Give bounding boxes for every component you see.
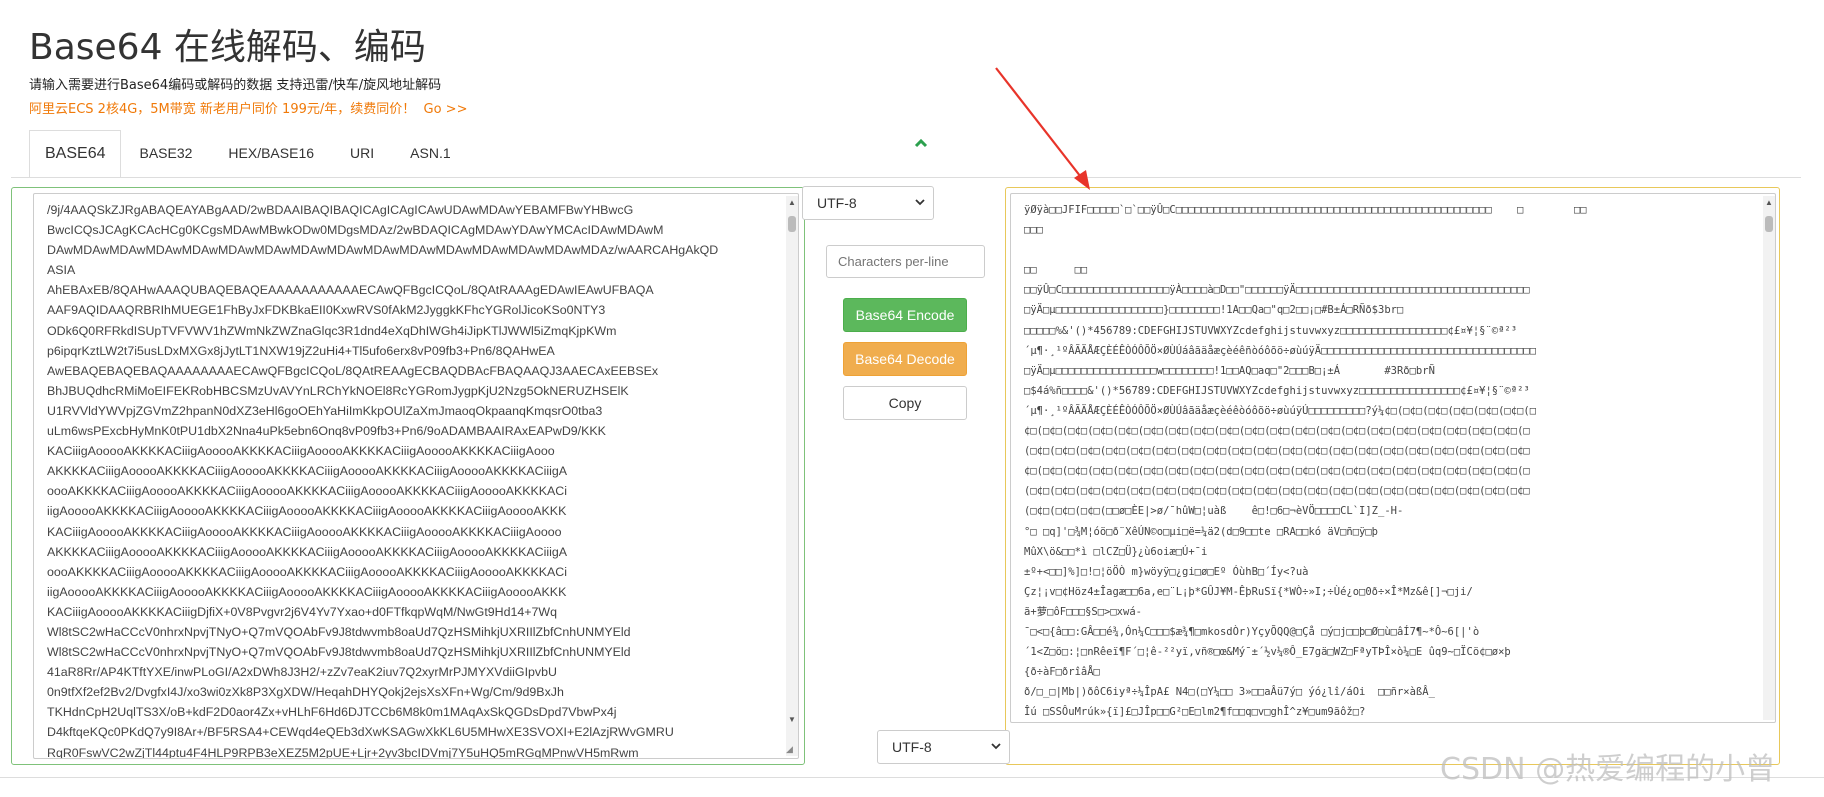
input-text[interactable]: /9j/4AAQSkZJRgABAQEAYABgAAD/2wBDAAIBAQIB…	[47, 200, 780, 758]
base64-decode-button[interactable]: Base64 Decode	[843, 342, 967, 376]
collapse-chevron-up-icon[interactable]	[914, 132, 928, 153]
resize-handle-icon[interactable]: ◢	[786, 744, 793, 755]
page-title: Base64 在线解码、编码	[29, 27, 426, 68]
chevron-down-icon	[915, 187, 925, 219]
tab-asn1[interactable]: ASN.1	[392, 130, 468, 178]
chars-per-line-input[interactable]	[826, 245, 985, 278]
output-text[interactable]: ÿØÿà□□JFIF□□□□□`□`□□ÿÛ□C□□□□□□□□□□□□□□□□…	[1024, 200, 1769, 722]
tab-hex-base16[interactable]: HEX/BASE16	[210, 130, 332, 178]
promo-banner[interactable]: 阿里云ECS 2核4G，5M带宽 新老用户同价 199元/年，续费同价！ Go …	[29, 98, 467, 117]
base64-encode-button[interactable]: Base64 Encode	[843, 298, 967, 332]
copy-button[interactable]: Copy	[843, 386, 967, 420]
output-scroll-thumb[interactable]	[1765, 216, 1773, 232]
tab-divider	[11, 177, 1801, 178]
page-subtitle: 请输入需要进行Base64编码或解码的数据 支持迅雷/快车/旋风地址解码	[29, 78, 442, 93]
tab-uri[interactable]: URI	[332, 130, 392, 178]
base64-input-textarea[interactable]: /9j/4AAQSkZJRgABAQEAYABgAAD/2wBDAAIBAQIB…	[33, 193, 799, 759]
decoded-output-textarea[interactable]: ÿØÿà□□JFIF□□□□□`□`□□ÿÛ□C□□□□□□□□□□□□□□□□…	[1010, 193, 1776, 723]
promo-link[interactable]: Go >>	[424, 102, 468, 117]
output-encoding-select[interactable]: UTF-8	[877, 730, 1010, 764]
tab-bar: BASE64 BASE32 HEX/BASE16 URI ASN.1	[29, 130, 469, 178]
output-scrollbar[interactable]: ▲	[1763, 196, 1775, 720]
input-scrollbar[interactable]: ▲ ▼	[786, 196, 798, 756]
output-encoding-value: UTF-8	[892, 739, 932, 755]
input-encoding-select[interactable]: UTF-8	[802, 186, 934, 220]
tab-base32[interactable]: BASE32	[121, 130, 210, 178]
tab-base64[interactable]: BASE64	[29, 130, 122, 178]
chevron-down-icon	[991, 731, 1001, 763]
input-encoding-value: UTF-8	[817, 195, 857, 211]
input-scroll-thumb[interactable]	[788, 216, 796, 232]
scroll-up-icon[interactable]: ▲	[788, 199, 796, 207]
watermark: CSDN @热爱编程的小曾	[1440, 752, 1776, 787]
scroll-up-icon[interactable]: ▲	[1765, 199, 1773, 207]
scroll-down-icon[interactable]: ▼	[788, 716, 796, 724]
promo-text[interactable]: 阿里云ECS 2核4G，5M带宽 新老用户同价 199元/年，续费同价！	[29, 102, 415, 117]
